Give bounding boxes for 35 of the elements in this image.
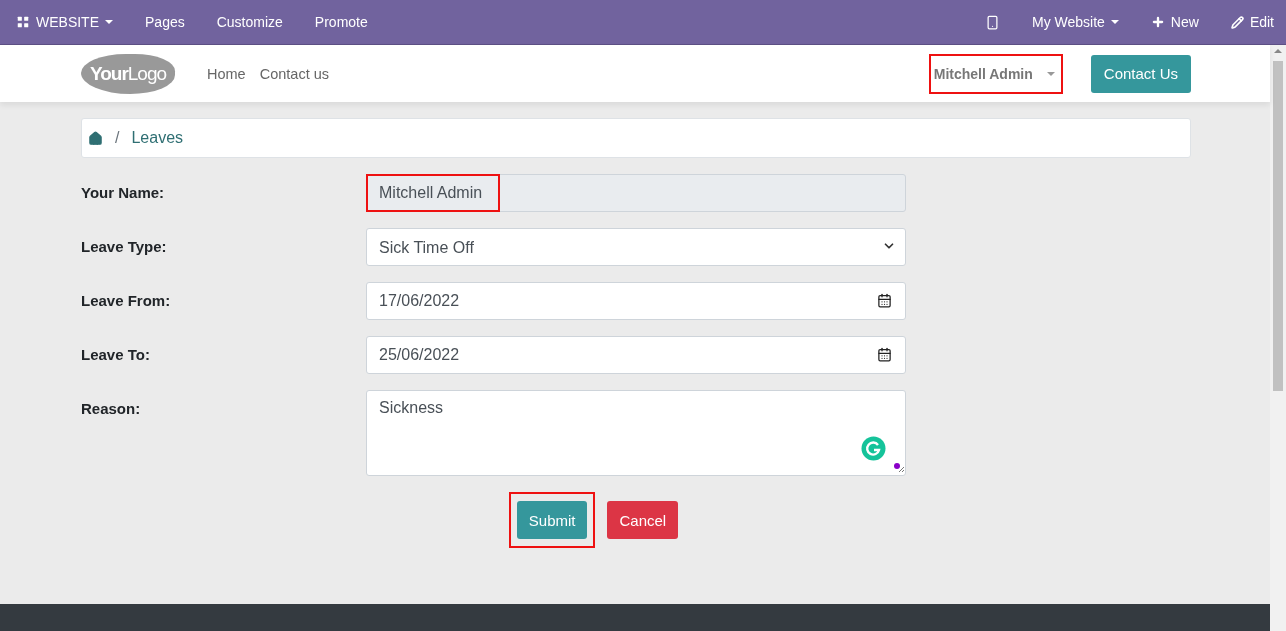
cancel-button[interactable]: Cancel [607,501,679,539]
new-button[interactable]: New [1150,14,1199,30]
reason-textarea[interactable]: Sickness [366,390,906,476]
logo[interactable]: YourLogo [81,53,175,94]
calendar-icon [877,347,892,362]
editor-menu-item[interactable]: Customize [216,14,283,30]
resize-grip-icon [894,462,904,472]
plus-icon [1150,15,1165,29]
name-field[interactable]: Mitchell Admin [366,174,906,212]
editor-menu-item[interactable]: Promote [314,14,368,30]
phone-icon [985,14,1000,30]
contact-button[interactable]: Contact Us [1090,54,1191,93]
breadcrumb-current: Leaves [131,129,184,147]
grid-icon [16,15,30,29]
app-menu[interactable]: WEBSITE [16,14,113,30]
mobile-preview-button[interactable] [985,14,1000,30]
field-label: Leave From: [81,291,172,309]
nav-link[interactable]: Home [207,65,246,82]
field-label: Reason: [81,399,142,417]
breadcrumb-separator: / [115,129,120,147]
date-field[interactable]: 17/06/2022 [366,282,906,320]
website-menu[interactable]: My Website [1032,14,1119,30]
leave-type-select[interactable]: Sick Time Off [366,228,906,266]
editor-menu-item[interactable]: Pages [145,14,185,30]
home-icon[interactable] [88,130,103,146]
edit-button[interactable]: Edit [1230,14,1286,30]
field-label: Leave To: [81,345,151,363]
pencil-icon [1230,15,1244,29]
calendar-icon [877,293,892,308]
nav-link[interactable]: Contact us [259,65,329,82]
field-label: Leave Type: [81,237,168,255]
field-label: Your Name: [81,183,166,201]
date-field[interactable]: 25/06/2022 [366,336,906,374]
submit-button[interactable]: Submit [516,501,588,539]
user-menu[interactable]: Mitchell Admin [928,53,1063,94]
